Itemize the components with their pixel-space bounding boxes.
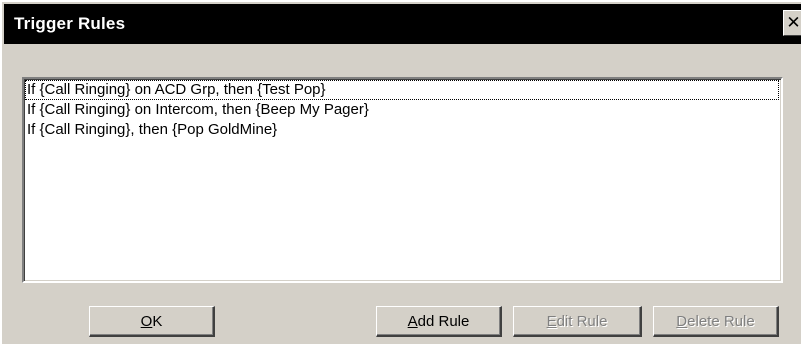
rule-item[interactable]: If {Call Ringing}, then {Pop GoldMine} xyxy=(25,120,779,140)
add-rule-button[interactable]: Add Rule xyxy=(376,306,502,337)
rule-item[interactable]: If {Call Ringing} on ACD Grp, then {Test… xyxy=(25,80,779,100)
trigger-rules-dialog: Trigger Rules ✕ If {Call Ringing} on ACD… xyxy=(0,0,801,344)
edit-rule-button-label: dit Rule xyxy=(556,312,608,330)
delete-rule-button-accelerator: D xyxy=(676,312,688,330)
delete-rule-button[interactable]: Delete Rule xyxy=(653,306,779,337)
title-bar[interactable]: Trigger Rules ✕ xyxy=(4,4,801,44)
add-rule-button-accelerator: A xyxy=(407,312,418,330)
rule-item[interactable]: If {Call Ringing} on Intercom, then {Bee… xyxy=(25,100,779,120)
rules-list[interactable]: If {Call Ringing} on ACD Grp, then {Test… xyxy=(22,77,783,283)
add-rule-button-label: dd Rule xyxy=(417,312,470,330)
close-button[interactable]: ✕ xyxy=(783,10,801,36)
ok-button[interactable]: OK xyxy=(89,306,215,337)
ok-button-accelerator: O xyxy=(140,312,153,330)
window-title: Trigger Rules xyxy=(14,14,126,33)
edit-rule-button-accelerator: E xyxy=(546,312,557,330)
close-icon: ✕ xyxy=(786,13,801,33)
delete-rule-button-label: elete Rule xyxy=(687,312,755,330)
edit-rule-button[interactable]: Edit Rule xyxy=(513,306,642,337)
ok-button-label: K xyxy=(152,312,163,330)
